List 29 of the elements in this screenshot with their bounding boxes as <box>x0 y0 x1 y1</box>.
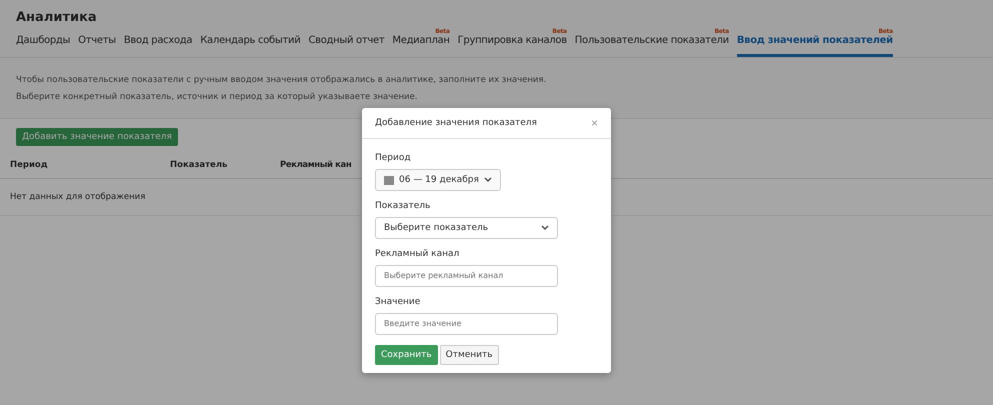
info-text: Выберите конкретный показатель, источник и период за который указываете значение. <box>16 91 419 104</box>
field-label: Период <box>375 153 412 163</box>
field-label: Показатель <box>375 201 432 211</box>
column-header: Период <box>10 160 49 170</box>
modal-title: Добавление значения показателя <box>375 118 537 128</box>
column-header: Показатель <box>170 160 228 170</box>
page-title: Аналитика <box>16 10 98 25</box>
save-button[interactable]: Сохранить <box>375 345 438 365</box>
caret-icon <box>541 225 549 231</box>
tab[interactable]: Сводный отчет <box>308 29 384 57</box>
cancel-button[interactable]: Отменить <box>440 345 499 365</box>
info-text: Чтобы пользовательские показатели с ручным вводом значения отображались в аналитике, заполните их значения. <box>16 74 548 87</box>
tab[interactable]: Дашборды <box>16 29 70 57</box>
beta-label: Beta <box>435 28 450 35</box>
tab[interactable]: Ввод расхода <box>124 29 192 57</box>
beta-label: Beta <box>714 28 729 35</box>
input-field[interactable]: Введите значение <box>375 313 558 335</box>
date-range-button[interactable]: 06 — 19 декабря <box>375 169 501 191</box>
beta-label: Beta <box>878 28 893 35</box>
caret-icon <box>484 177 492 183</box>
tab[interactable]: Календарь событий <box>200 29 300 57</box>
field-label: Значение <box>375 297 422 307</box>
tab[interactable]: Отчеты <box>78 29 116 57</box>
select-dropdown[interactable]: Выберите показатель <box>375 217 558 239</box>
field-label: Рекламный канал <box>375 249 460 259</box>
column-header: Рекламный кан <box>280 160 352 170</box>
empty-message: Нет данных для отображения <box>10 192 146 202</box>
input-field[interactable]: Выберите рекламный канал <box>375 265 558 287</box>
beta-label: Beta <box>552 28 567 35</box>
